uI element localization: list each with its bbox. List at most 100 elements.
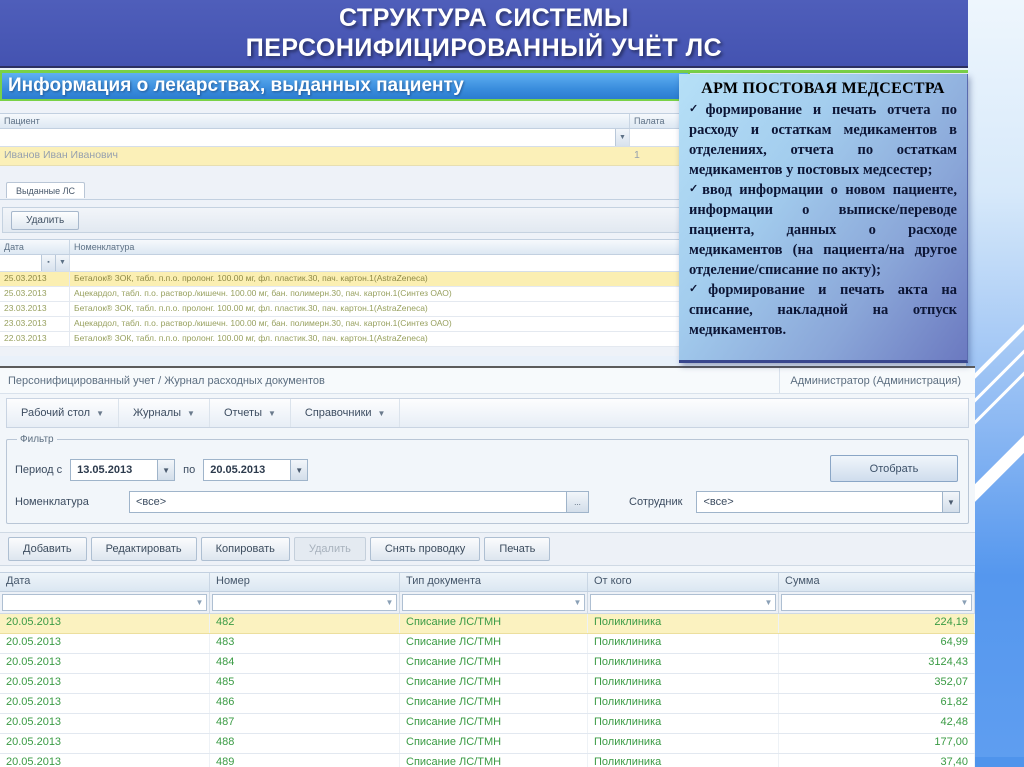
filter-input[interactable]: ▼ <box>781 594 972 611</box>
document-table-row[interactable]: 20.05.2013 485 Списание ЛС/ТМН Поликлиника 3… <box>0 674 975 694</box>
column-header-5[interactable]: Сумма <box>779 573 975 591</box>
delete-button[interactable]: Удалить <box>11 210 80 230</box>
document-table-row[interactable]: 20.05.2013 487 Списание ЛС/ТМН Поликлиника 4… <box>0 714 975 734</box>
filter-funnel-icon[interactable]: ▼ <box>958 598 971 607</box>
filter-funnel-icon[interactable]: ▼ <box>383 598 396 607</box>
select-button[interactable]: Отобрать <box>830 455 958 482</box>
filter-input[interactable]: ▼ <box>402 594 585 611</box>
toolbar-button-редактировать[interactable]: Редактировать <box>90 537 197 561</box>
slide-header: СТРУКТУРА СИСТЕМЫ ПЕРСОНИФИЦИРОВАННЫЙ УЧ… <box>0 0 968 68</box>
row-sum: 64,99 <box>779 634 975 653</box>
menu-item-отчеты[interactable]: Отчеты ▼ <box>210 399 291 427</box>
drug-row-nomenclature: Беталок® ЗОК, табл. п.п.о. пролонг. 100.… <box>74 273 428 283</box>
chevron-down-icon[interactable]: ▼ <box>157 460 175 480</box>
nomenclature-label: Номенклатура <box>15 496 89 508</box>
slide-title-line2: ПЕРСОНИФИЦИРОВАННЫЙ УЧЁТ ЛС <box>245 34 723 62</box>
period-from-input[interactable]: 13.05.2013 ▼ <box>70 459 176 481</box>
drug-table-row[interactable]: 25.03.2013 Ацекардол, табл. п.о. раствор.… <box>0 287 690 302</box>
drug-table-header: Дата Номенклатура <box>0 239 690 255</box>
document-table-row[interactable]: 20.05.2013 483 Списание ЛС/ТМН Поликлиника 6… <box>0 634 975 654</box>
row-doc-type: Списание ЛС/ТМН <box>400 674 588 693</box>
filter-funnel-icon[interactable]: ▼ <box>571 598 584 607</box>
drug-nomenclature-filter[interactable] <box>70 255 690 271</box>
patient-selected-row[interactable]: Иванов Иван Иванович 1 <box>0 147 690 166</box>
chevron-down-icon[interactable]: ▼ <box>290 460 308 480</box>
filter-funnel-icon[interactable]: ▼ <box>193 598 206 607</box>
toolbar-button-добавить[interactable]: Добавить <box>8 537 87 561</box>
period-from-value: 13.05.2013 <box>77 464 133 476</box>
document-table-row[interactable]: 20.05.2013 489 Списание ЛС/ТМН Поликлиника 3… <box>0 754 975 767</box>
column-header-patient[interactable]: Пациент <box>0 114 630 128</box>
drug-filter-row: ▼ ▪ <box>0 255 690 272</box>
chevron-down-icon[interactable]: ▼ <box>942 492 959 512</box>
menu-item-справочники[interactable]: Справочники ▼ <box>291 399 401 427</box>
column-header-2[interactable]: Номер <box>210 573 400 591</box>
column-header-4[interactable]: От кого <box>588 573 779 591</box>
filter-input[interactable]: ▼ <box>2 594 207 611</box>
chevron-down-icon[interactable]: ▼ <box>55 255 69 271</box>
row-sum: 352,07 <box>779 674 975 693</box>
chevron-down-icon: ▼ <box>96 408 104 418</box>
filter-funnel-icon[interactable]: ▼ <box>762 598 775 607</box>
column-header-3[interactable]: Тип документа <box>400 573 588 591</box>
chevron-down-icon[interactable]: ▼ <box>615 129 629 146</box>
check-icon: ✓ <box>689 183 703 195</box>
drug-table-row[interactable]: 22.03.2013 Беталок® ЗОК, табл. п.п.о. про… <box>0 332 690 347</box>
filter-input[interactable]: ▼ <box>212 594 397 611</box>
chevron-down-icon: ▼ <box>267 408 276 418</box>
toolbar-button-снять-проводку[interactable]: Снять проводку <box>369 537 481 561</box>
document-table-row[interactable]: 20.05.2013 488 Списание ЛС/ТМН Поликлиника 1… <box>0 734 975 754</box>
calendar-combo-icon[interactable]: ▪ <box>41 255 55 271</box>
period-to-input[interactable]: 20.05.2013 ▼ <box>203 459 309 481</box>
menu-item-рабочий-стол[interactable]: Рабочий стол ▼ <box>7 399 119 427</box>
upper-window-title: Информация о лекарствах, выданных пациен… <box>0 73 690 101</box>
toolbar-button-печать[interactable]: Печать <box>484 537 551 561</box>
filter-cell: ▼ <box>400 592 588 613</box>
tab-issued-drugs[interactable]: Выданные ЛС <box>6 182 86 198</box>
column-header-date[interactable]: Дата <box>0 240 70 254</box>
upper-toolbar: Удалить <box>2 207 688 233</box>
row-doc-type: Списание ЛС/ТМН <box>400 754 588 767</box>
row-date: 20.05.2013 <box>0 614 210 633</box>
breadcrumb[interactable]: Персонифицированный учет / Журнал расход… <box>0 375 779 387</box>
drug-row-date: 25.03.2013 <box>0 287 70 301</box>
drug-date-filter[interactable]: ▼ ▪ <box>0 255 70 271</box>
drug-row-nomenclature: Ацекардол, табл. п.о. раствор./кишечн. 1… <box>74 318 452 328</box>
row-date: 20.05.2013 <box>0 754 210 767</box>
menu-item-label: Справочники <box>304 407 372 419</box>
drug-table-row[interactable]: 23.03.2013 Ацекардол, табл. п.о. раствор.… <box>0 317 690 332</box>
ellipsis-button[interactable]: ... <box>566 492 588 512</box>
document-table-row[interactable]: 20.05.2013 484 Списание ЛС/ТМН Поликлиника 3… <box>0 654 975 674</box>
tab-strip: Выданные ЛС <box>0 181 690 199</box>
drug-table-row[interactable]: 23.03.2013 Беталок® ЗОК, табл. п.п.о. про… <box>0 302 690 317</box>
menu-item-label: Рабочий стол <box>21 407 91 419</box>
patient-filter-input[interactable]: ▼ <box>0 129 630 146</box>
row-sum: 61,82 <box>779 694 975 713</box>
row-from: Поликлиника <box>588 674 779 693</box>
document-table-row[interactable]: 20.05.2013 486 Списание ЛС/ТМН Поликлиника 6… <box>0 694 975 714</box>
row-number: 487 <box>210 714 400 733</box>
filter-input[interactable]: ▼ <box>590 594 776 611</box>
filter-legend: Фильтр <box>20 434 54 445</box>
row-number: 485 <box>210 674 400 693</box>
row-doc-type: Списание ЛС/ТМН <box>400 634 588 653</box>
row-doc-type: Списание ЛС/ТМН <box>400 714 588 733</box>
toolbar-button-копировать[interactable]: Копировать <box>200 537 290 561</box>
slide: СТРУКТУРА СИСТЕМЫ ПЕРСОНИФИЦИРОВАННЫЙ УЧ… <box>0 0 1024 767</box>
drug-row-nomenclature: Ацекардол, табл. п.о. раствор./кишечн. 1… <box>74 288 452 298</box>
user-badge[interactable]: Администратор (Администрация) <box>779 368 975 393</box>
row-sum: 177,00 <box>779 734 975 753</box>
nomenclature-input[interactable]: <все> ... <box>129 491 589 513</box>
drug-row-date: 25.03.2013 <box>0 272 70 286</box>
column-header-1[interactable]: Дата <box>0 573 210 591</box>
row-date: 20.05.2013 <box>0 634 210 653</box>
drug-row-nomenclature: Беталок® ЗОК, табл. п.п.о. пролонг. 100.… <box>74 303 428 313</box>
row-number: 482 <box>210 614 400 633</box>
document-table-row[interactable]: 20.05.2013 482 Списание ЛС/ТМН Поликлиника 2… <box>0 614 975 634</box>
employee-input[interactable]: <все> ▼ <box>696 491 960 513</box>
menu-item-журналы[interactable]: Журналы ▼ <box>119 399 210 427</box>
panel-bullets: ✓формирование и печать отчета по расходу… <box>689 100 957 340</box>
lower-window: Персонифицированный учет / Журнал расход… <box>0 366 975 767</box>
drug-table-row[interactable]: 25.03.2013 Беталок® ЗОК, табл. п.п.о. про… <box>0 272 690 287</box>
column-header-nomenclature[interactable]: Номенклатура <box>70 240 690 254</box>
